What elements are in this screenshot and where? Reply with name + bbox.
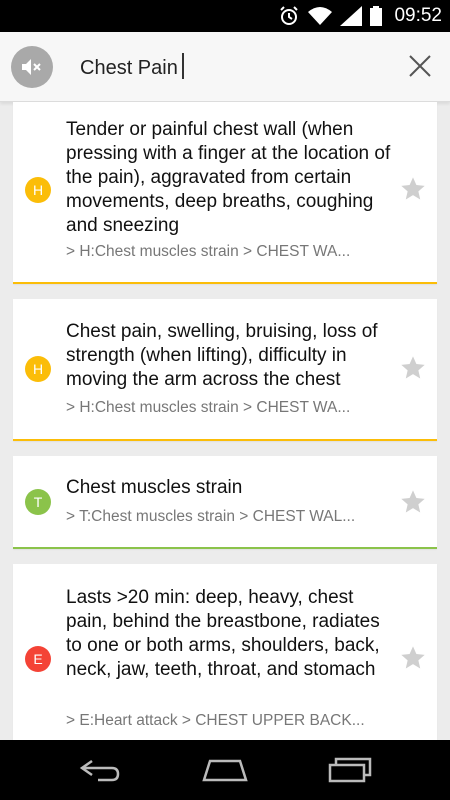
results-list: H Tender or painful chest wall (when pre… bbox=[0, 102, 450, 740]
result-title: Tender or painful chest wall (when press… bbox=[66, 119, 391, 236]
result-title: Chest pain, swelling, bruising, loss of … bbox=[66, 321, 378, 390]
star-icon[interactable] bbox=[399, 644, 427, 672]
clock-time: 09:52 bbox=[394, 5, 442, 26]
star-icon[interactable] bbox=[399, 488, 427, 516]
recents-button[interactable] bbox=[320, 750, 380, 790]
clear-search-button[interactable] bbox=[404, 50, 436, 82]
category-badge: E bbox=[25, 646, 51, 672]
result-path: > T:Chest muscles strain > CHEST WAL... bbox=[66, 508, 356, 525]
navigation-bar bbox=[0, 740, 450, 800]
result-card[interactable]: E Lasts >20 min: deep, heavy, chest pain… bbox=[13, 564, 437, 740]
mute-speaker-icon bbox=[22, 59, 41, 75]
category-badge: H bbox=[25, 356, 51, 382]
result-path: > E:Heart attack > CHEST UPPER BACK... bbox=[66, 712, 365, 729]
card-divider bbox=[13, 547, 437, 549]
star-icon[interactable] bbox=[399, 175, 427, 203]
category-badge: T bbox=[25, 489, 51, 515]
search-bar bbox=[0, 32, 450, 102]
signal-icon bbox=[340, 6, 363, 26]
category-badge: H bbox=[25, 177, 51, 203]
star-icon[interactable] bbox=[399, 354, 427, 382]
close-icon bbox=[409, 55, 431, 77]
alarm-icon bbox=[280, 6, 299, 25]
card-divider bbox=[13, 439, 437, 441]
home-button[interactable] bbox=[195, 750, 255, 790]
result-path: > H:Chest muscles strain > CHEST WA... bbox=[66, 243, 351, 260]
result-title: Chest muscles strain bbox=[66, 477, 243, 498]
recent-apps-icon bbox=[328, 757, 372, 783]
back-button[interactable] bbox=[70, 750, 130, 790]
back-icon bbox=[79, 759, 120, 782]
result-card[interactable]: H Tender or painful chest wall (when pre… bbox=[13, 102, 437, 284]
text-caret bbox=[182, 53, 184, 79]
result-card[interactable]: H Chest pain, swelling, bruising, loss o… bbox=[13, 299, 437, 441]
result-title: Lasts >20 min: deep, heavy, chest pain, … bbox=[66, 587, 380, 680]
home-icon bbox=[202, 759, 248, 782]
result-card[interactable]: T Chest muscles strain > T:Chest muscles… bbox=[13, 456, 437, 549]
battery-icon bbox=[370, 6, 383, 26]
status-bar: 09:52 bbox=[0, 0, 450, 32]
result-path: > H:Chest muscles strain > CHEST WA... bbox=[66, 399, 351, 416]
wifi-icon bbox=[308, 7, 333, 25]
mute-button[interactable] bbox=[11, 46, 53, 88]
search-input[interactable] bbox=[80, 52, 380, 84]
card-divider bbox=[13, 282, 437, 284]
